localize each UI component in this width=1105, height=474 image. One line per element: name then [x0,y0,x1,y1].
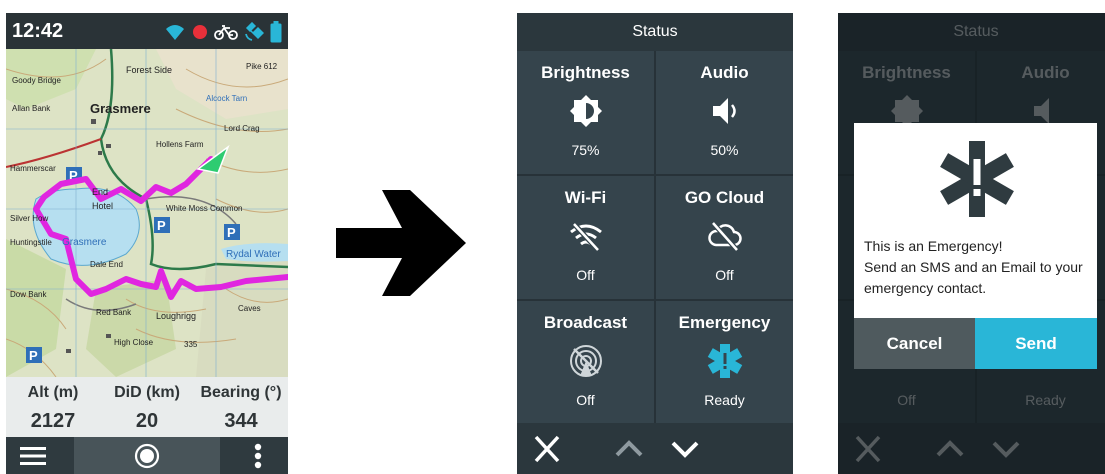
stats-bar: Alt (m) 2127 DiD (km) 20 Bearing (°) 344 [6,377,288,437]
map-label: High Close [114,338,154,347]
stat-distance[interactable]: DiD (km) 20 [100,377,194,437]
map-label: Lord Crag [224,124,260,133]
arrow-right-icon [336,190,466,296]
tile-value: Ready [704,392,745,408]
map-label: 335 [184,340,198,349]
chevron-up-icon[interactable] [609,431,649,467]
dialog-message-line: This is an Emergency! [864,238,1003,254]
clock: 12:42 [12,20,64,42]
stat-value: 20 [135,410,159,432]
svg-text:P: P [29,348,38,363]
map-label: Goody Bridge [12,76,61,85]
stat-label: Bearing (°) [200,384,282,401]
dialog-message-line: emergency contact. [864,280,987,296]
map-label: Caves [238,304,261,313]
tile-label: Audio [700,63,749,82]
svg-text:P: P [227,225,236,240]
broadcast-off-icon [569,345,602,377]
map-label: Grasmere [90,101,151,116]
tile-label: Emergency [678,313,771,332]
tile-value: 50% [710,142,739,158]
wifi-off-icon [569,222,602,252]
bike-icon [214,25,238,40]
chevron-down-icon[interactable] [665,431,705,467]
map-label: Hollens Farm [156,140,204,149]
map-screen: 12:42 P P P P Forest Side Goody Bridge A… [6,13,288,474]
emergency-star-icon [707,344,742,378]
tile-label: Broadcast [543,313,628,332]
map-label: Silver How [10,214,48,223]
wifi-icon [166,25,184,40]
map-label: White Moss Common [166,204,242,213]
map-label: Grasmere [62,237,107,248]
close-icon[interactable] [527,431,567,467]
stat-label: Alt (m) [27,384,79,401]
cancel-button[interactable]: Cancel [854,318,975,369]
map-label: Pike 612 [246,62,278,71]
brightness-icon [569,95,602,127]
map-label: Hammerscar [10,164,56,173]
dialog-message-line: Send an SMS and an Email to your [864,259,1083,275]
stat-value: 2127 [30,410,76,432]
tile-go-cloud[interactable]: GO Cloud Off [656,176,793,299]
map-label: End [92,187,108,197]
speaker-icon [712,98,736,124]
map-label: Dale End [90,260,123,269]
tile-label: Wi-Fi [564,188,607,207]
map-label: Rydal Water [226,249,281,260]
tile-value: 75% [571,142,600,158]
tile-value: Off [576,392,595,408]
recording-dot-icon [193,25,207,39]
map-navbar [6,437,288,474]
topo-map[interactable]: P P P P Forest Side Goody Bridge Allan B… [6,49,288,377]
tile-label: GO Cloud [684,188,765,207]
stat-bearing[interactable]: Bearing (°) 344 [194,377,288,437]
tile-emergency[interactable]: Emergency Ready [656,301,793,424]
emergency-star-icon [940,141,1014,217]
status-bottom-bar [517,423,793,474]
battery-icon [270,21,282,43]
emergency-dialog: This is an Emergency! Send an SMS and an… [854,123,1097,369]
record-button[interactable] [74,437,220,474]
map-label: Allan Bank [12,104,51,113]
tile-audio[interactable]: Audio 50% [656,51,793,174]
map-label: Dow Bank [10,290,47,299]
status-screen: Status Brightness 75% Audio 50% Wi-Fi Of… [517,13,793,474]
send-button[interactable]: Send [975,318,1097,369]
tile-broadcast[interactable]: Broadcast Off [517,301,654,424]
tile-value: Off [576,267,595,283]
stat-label: DiD (km) [114,384,180,401]
map-label: Huntingstile [10,238,52,247]
stat-altitude[interactable]: Alt (m) 2127 [6,377,100,437]
stat-value: 344 [224,410,258,432]
map-label: Red Bank [96,308,132,317]
map-label: Forest Side [126,65,172,75]
tile-brightness[interactable]: Brightness 75% [517,51,654,174]
tile-label: Brightness [541,63,630,82]
svg-text:P: P [157,218,166,233]
dialog-message: This is an Emergency! Send an SMS and an… [864,236,1092,299]
tile-value: Off [715,267,734,283]
satellite-icon [245,22,264,41]
status-bar: 12:42 [6,13,288,49]
more-vert-icon[interactable] [254,443,262,469]
record-icon [134,443,160,469]
cloud-off-icon [707,221,742,252]
tile-wifi[interactable]: Wi-Fi Off [517,176,654,299]
map-label: Loughrigg [156,311,196,321]
emergency-screen: Status Brightness 75% Audio 50% Broadcas… [838,13,1105,474]
map-label: Hotel [92,201,113,211]
menu-icon[interactable] [20,446,46,466]
status-title: Status [517,13,793,51]
map-label: Alcock Tarn [206,94,247,103]
